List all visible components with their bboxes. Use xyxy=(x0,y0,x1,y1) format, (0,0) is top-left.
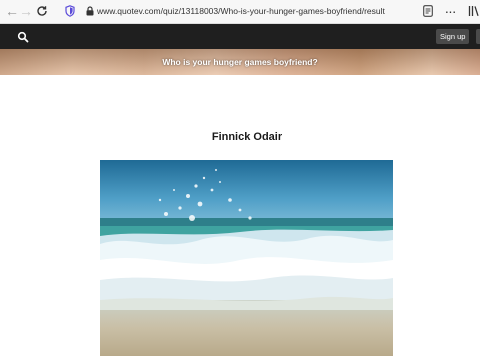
quiz-banner: Who is your hunger games boyfriend? xyxy=(0,49,480,75)
reader-view-icon[interactable] xyxy=(420,3,436,19)
result-name: Finnick Odair xyxy=(211,131,283,143)
quiz-title: Who is your hunger games boyfriend? xyxy=(162,57,318,67)
forward-arrow-icon[interactable]: → xyxy=(18,3,34,19)
signup-button[interactable]: Sign up xyxy=(436,29,470,44)
header-button-edge[interactable] xyxy=(476,29,480,44)
library-icon[interactable] xyxy=(466,3,480,19)
address-bar[interactable]: www.quotev.com/quiz/13118003/Who-is-your… xyxy=(97,4,407,18)
reload-icon[interactable] xyxy=(34,3,50,19)
search-icon[interactable] xyxy=(17,30,29,43)
browser-toolbar: ← → www.quotev.com/quiz/13118003/Who-is-… xyxy=(0,0,480,24)
shield-icon[interactable] xyxy=(62,3,78,19)
site-header: Sign up xyxy=(0,24,480,49)
more-icon[interactable]: ··· xyxy=(442,3,458,19)
result-image xyxy=(100,160,393,356)
lock-icon xyxy=(82,3,98,19)
